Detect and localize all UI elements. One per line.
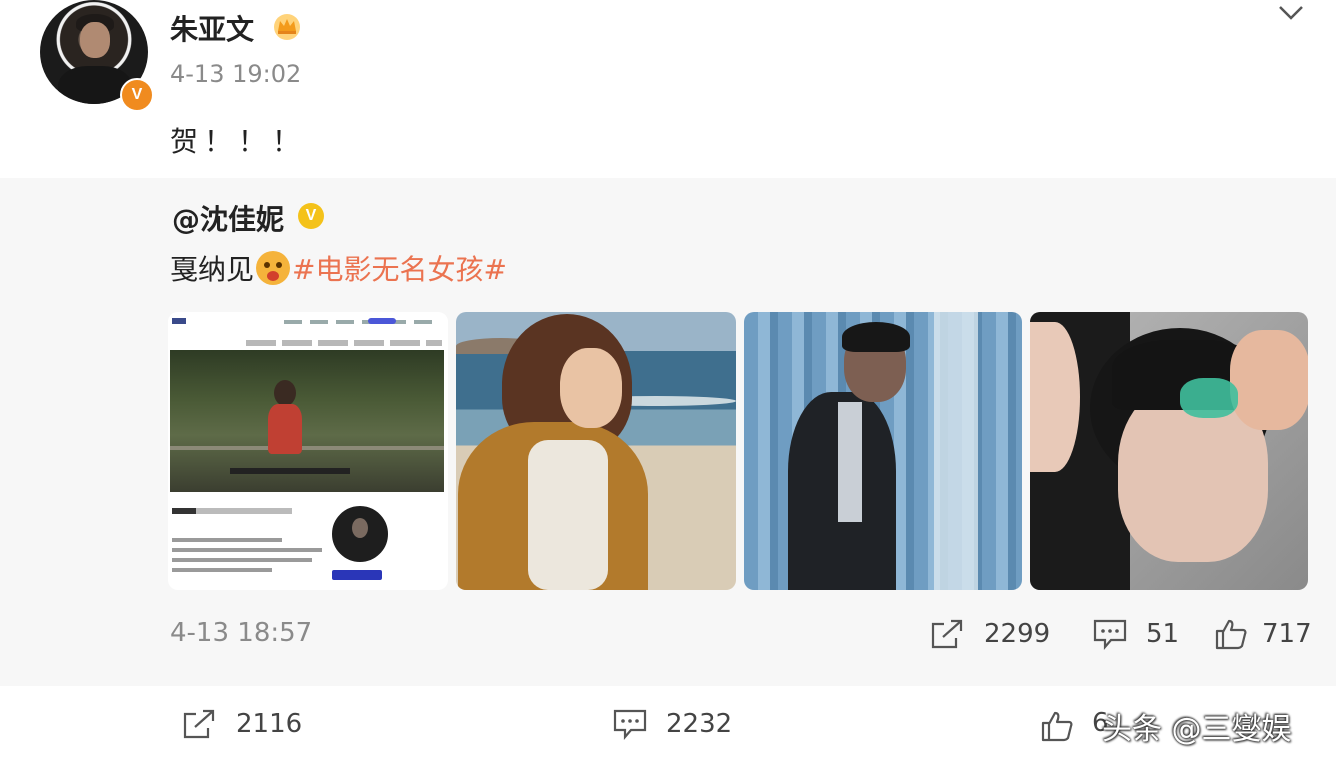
comment-icon bbox=[613, 709, 647, 740]
repost-icon bbox=[183, 709, 215, 739]
watermark: 头条 @三燮娱 bbox=[1102, 712, 1292, 747]
hashtag-link[interactable]: #电影无名女孩# bbox=[292, 248, 507, 288]
original-text: 戛纳见 #电影无名女孩# bbox=[170, 250, 507, 286]
image-thumbnail-4[interactable] bbox=[1030, 312, 1308, 590]
original-post-time[interactable]: 4-13 18:57 bbox=[170, 618, 312, 648]
like-button[interactable] bbox=[1040, 710, 1092, 742]
emoji-icon bbox=[256, 251, 291, 285]
post-text: 贺！！！ bbox=[170, 125, 307, 158]
original-author[interactable]: @沈佳妮 bbox=[172, 198, 284, 238]
original-text-prefix: 戛纳见 bbox=[170, 253, 255, 286]
repost-icon bbox=[931, 619, 963, 649]
comment-button[interactable]: 2232 bbox=[612, 708, 732, 740]
reposted-content[interactable]: @沈佳妮 V 戛纳见 #电影无名女孩# 4-13 18:57 2299 51 7… bbox=[0, 178, 1336, 686]
repost-count: 2116 bbox=[236, 709, 303, 739]
post-action-bar: 2116 2232 6 头条 @三燮娱 bbox=[0, 686, 1336, 762]
post-time[interactable]: 4-13 19:02 bbox=[170, 60, 301, 88]
image-thumbnail-1[interactable] bbox=[168, 312, 448, 590]
verified-badge: V bbox=[298, 203, 324, 229]
verified-badge: V bbox=[120, 78, 154, 112]
original-repost-button[interactable]: 2299 bbox=[930, 618, 1050, 650]
like-icon bbox=[1041, 711, 1073, 742]
weibo-post: V 朱亚文 4-13 19:02 贺！！！ @沈佳妮 V 戛纳见 #电影无名女孩… bbox=[0, 0, 1336, 762]
like-icon bbox=[1215, 619, 1247, 650]
chevron-down-icon[interactable] bbox=[1278, 4, 1304, 22]
image-thumbnail-3[interactable] bbox=[744, 312, 1022, 590]
like-count: 717 bbox=[1262, 619, 1312, 649]
original-like-button[interactable]: 717 bbox=[1214, 618, 1312, 650]
repost-count: 2299 bbox=[984, 619, 1051, 649]
author-name[interactable]: 朱亚文 bbox=[170, 8, 254, 48]
comment-icon bbox=[1093, 619, 1127, 650]
comment-count: 51 bbox=[1146, 619, 1180, 649]
image-thumbnail-2[interactable] bbox=[456, 312, 736, 590]
repost-button[interactable]: 2116 bbox=[182, 708, 302, 740]
comment-count: 2232 bbox=[666, 709, 733, 739]
original-comment-button[interactable]: 51 bbox=[1092, 618, 1179, 650]
crown-icon bbox=[274, 14, 300, 40]
